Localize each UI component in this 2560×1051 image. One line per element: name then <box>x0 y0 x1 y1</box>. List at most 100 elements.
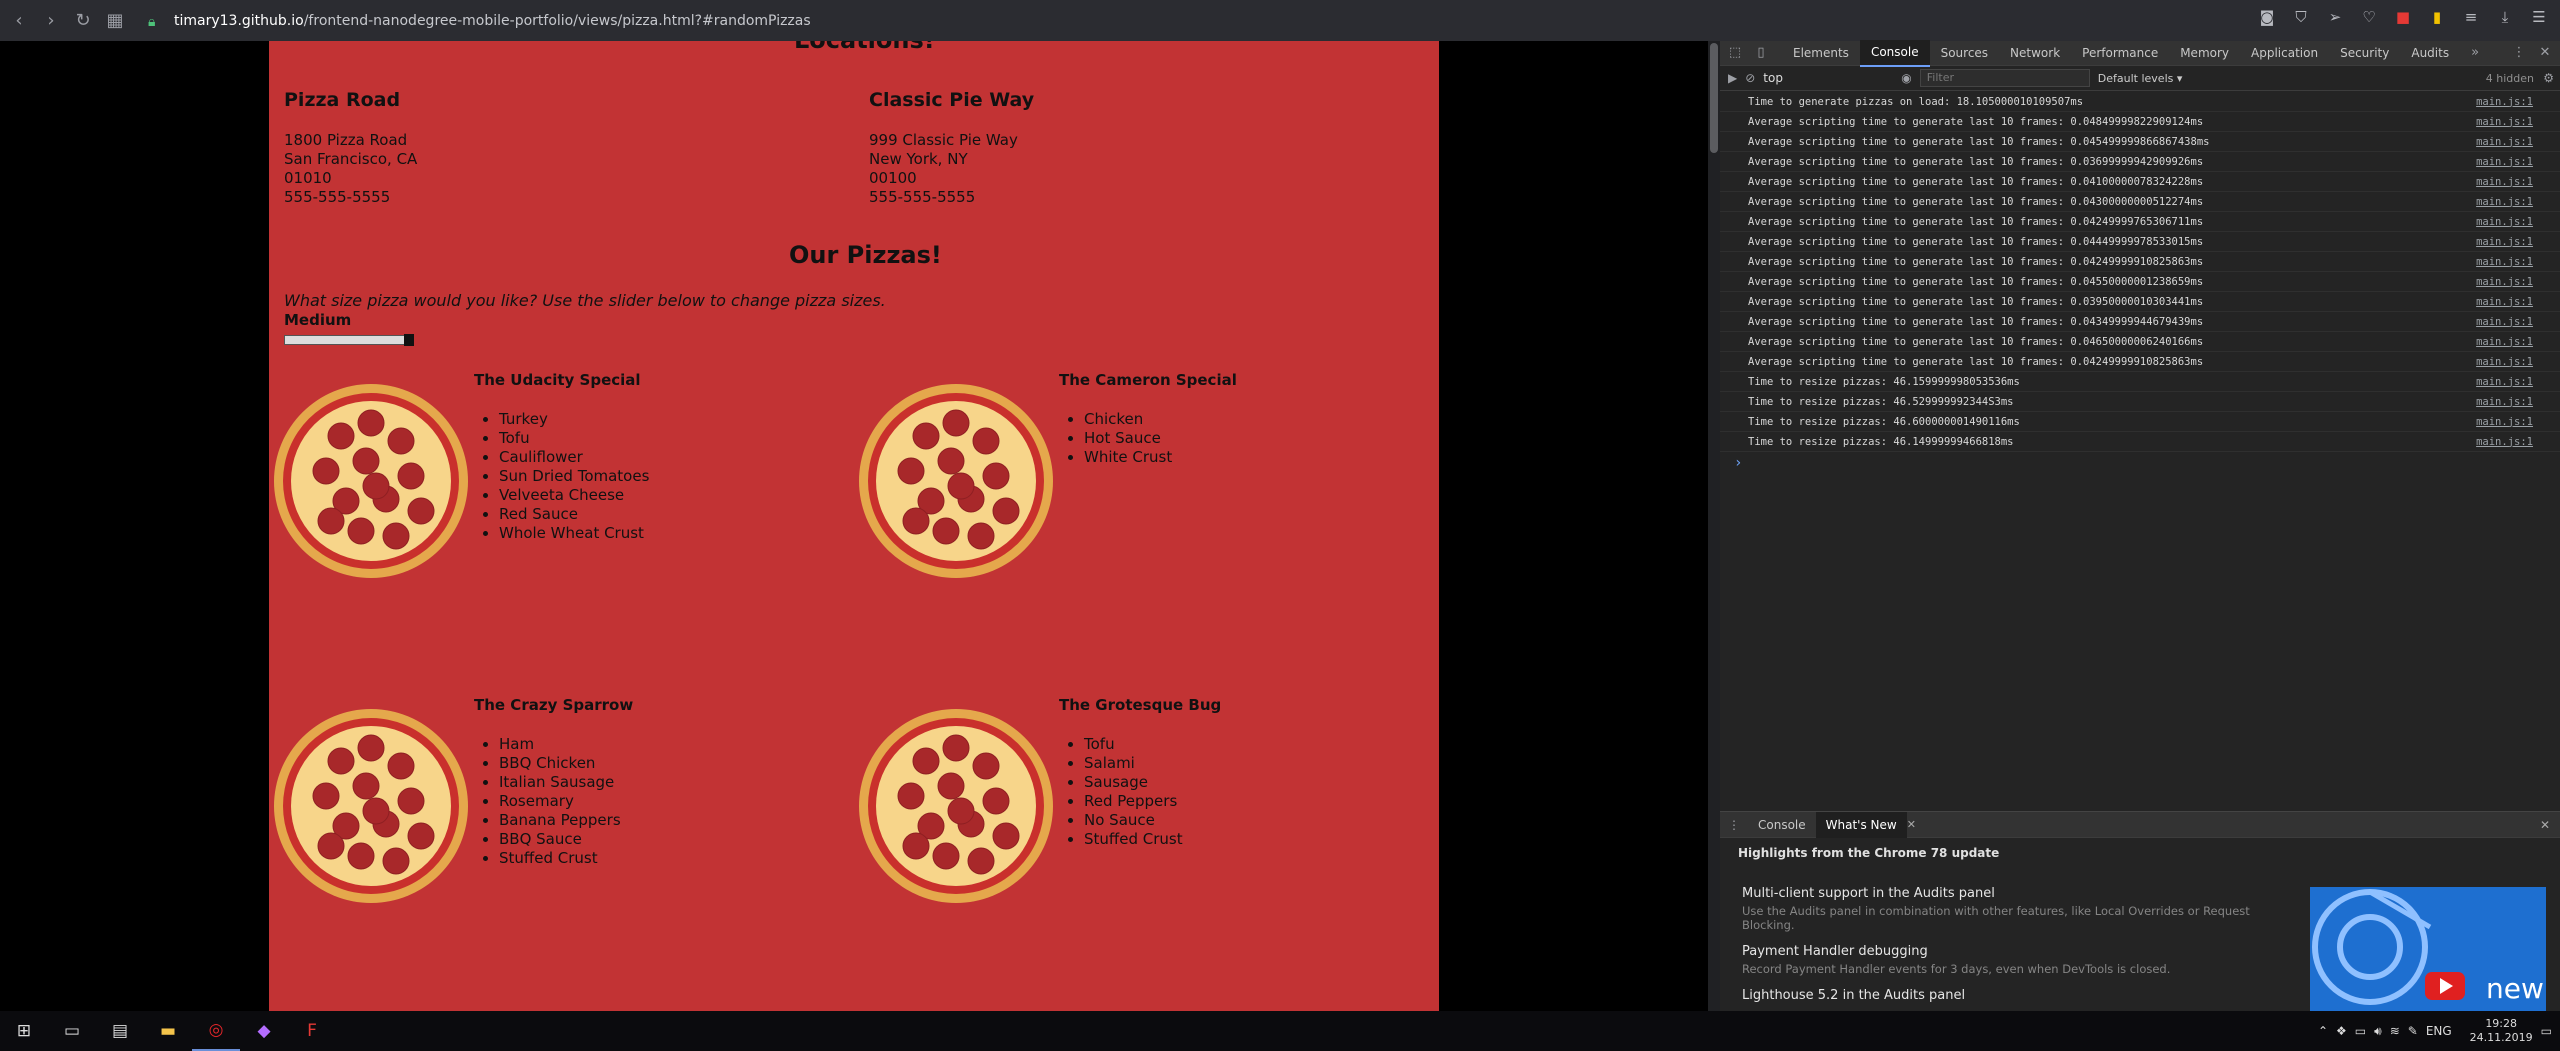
forward-icon[interactable]: › <box>38 8 64 34</box>
pepperoni <box>327 422 355 450</box>
volume-icon[interactable]: 🔊︎ <box>2374 1024 2382 1039</box>
calculator-icon[interactable]: ▤ <box>96 1011 144 1051</box>
tab-memory[interactable]: Memory <box>2169 41 2240 66</box>
source-link[interactable]: main.js:1 <box>2476 216 2533 228</box>
source-link[interactable]: main.js:1 <box>2476 276 2533 288</box>
close-tab-icon[interactable]: ✕ <box>1907 818 1916 831</box>
news-title[interactable]: Payment Handler debugging <box>1742 944 1928 959</box>
phpstorm-icon[interactable]: ◆ <box>240 1011 288 1051</box>
language-indicator[interactable]: ENG <box>2426 1024 2452 1038</box>
filter-input[interactable]: Filter <box>1919 69 2090 87</box>
pepperoni <box>357 734 385 762</box>
console-prompt[interactable]: › <box>1734 455 1742 471</box>
source-link[interactable]: main.js:1 <box>2476 376 2533 388</box>
context-select[interactable]: top <box>1763 71 1893 85</box>
sidebar-toggle-icon[interactable]: ▶ <box>1728 71 1737 85</box>
filezilla-icon[interactable]: F <box>288 1011 336 1051</box>
tab-audits[interactable]: Audits <box>2400 41 2460 66</box>
file-explorer-icon[interactable]: ▬ <box>144 1011 192 1051</box>
console-message-text: Average scripting time to generate last … <box>1748 155 2204 168</box>
download-icon[interactable]: ⤓ <box>2494 8 2516 26</box>
news-title[interactable]: Multi-client support in the Audits panel <box>1742 886 1995 901</box>
source-link[interactable]: main.js:1 <box>2476 176 2533 188</box>
location-address: 999 Classic Pie Way <box>869 131 1018 149</box>
source-link[interactable]: main.js:1 <box>2476 116 2533 128</box>
reload-icon[interactable]: ↻ <box>70 8 96 34</box>
task-view-icon[interactable]: ▭ <box>48 1011 96 1051</box>
tab-application[interactable]: Application <box>2240 41 2329 66</box>
more-tabs-icon[interactable]: » <box>2464 42 2486 64</box>
dropbox-icon[interactable]: ❖ <box>2336 1024 2347 1038</box>
easy-setup-icon[interactable]: ☰ <box>2528 8 2550 26</box>
tab-elements[interactable]: Elements <box>1782 41 1860 66</box>
source-link[interactable]: main.js:1 <box>2476 316 2533 328</box>
tab-network[interactable]: Network <box>1999 41 2071 66</box>
source-link[interactable]: main.js:1 <box>2476 236 2533 248</box>
pepperoni <box>347 517 375 545</box>
notifications-icon[interactable]: ▭ <box>2541 1024 2552 1038</box>
drawer-menu-icon[interactable]: ⋮ <box>1720 818 1748 832</box>
ingredient: Tofu <box>1084 735 1183 754</box>
pepperoni <box>382 522 410 550</box>
log-levels-dropdown[interactable]: Default levels ▾ <box>2098 72 2183 85</box>
source-link[interactable]: main.js:1 <box>2476 296 2533 308</box>
back-icon[interactable]: ‹ <box>6 8 32 34</box>
source-link[interactable]: main.js:1 <box>2476 336 2533 348</box>
clear-console-icon[interactable]: ⊘ <box>1745 71 1755 85</box>
chevron-up-icon[interactable]: ⌃ <box>2318 1024 2328 1038</box>
source-link[interactable]: main.js:1 <box>2476 196 2533 208</box>
source-link[interactable]: main.js:1 <box>2476 136 2533 148</box>
console-message-text: Average scripting time to generate last … <box>1748 255 2204 268</box>
scrollbar-thumb[interactable] <box>1710 43 1718 153</box>
device-toolbar-icon[interactable]: ▯ <box>1750 42 1772 64</box>
console-message-text: Average scripting time to generate last … <box>1748 355 2204 368</box>
inspect-icon[interactable]: ⬚ <box>1724 42 1746 64</box>
ingredient-list: TofuSalamiSausageRed PeppersNo SauceStuf… <box>1064 735 1183 849</box>
ingredient: Italian Sausage <box>499 773 621 792</box>
source-link[interactable]: main.js:1 <box>2476 416 2533 428</box>
wifi-icon[interactable]: ≋ <box>2390 1024 2400 1038</box>
source-link[interactable]: main.js:1 <box>2476 356 2533 368</box>
tab-sources[interactable]: Sources <box>1930 41 1999 66</box>
video-caption: new <box>2486 972 2544 1005</box>
video-thumbnail[interactable]: new <box>2310 887 2546 1012</box>
drawer-tab-whats-new[interactable]: What's New <box>1815 811 1907 838</box>
send-icon[interactable]: ➢ <box>2324 8 2346 26</box>
source-link[interactable]: main.js:1 <box>2476 256 2533 268</box>
close-drawer-icon[interactable]: ✕ <box>2540 818 2560 832</box>
heart-icon[interactable]: ♡ <box>2358 8 2380 26</box>
location-phone: 555-555-5555 <box>869 188 976 206</box>
pen-icon[interactable]: ✎ <box>2408 1024 2418 1038</box>
tab-console[interactable]: Console <box>1859 39 1930 67</box>
console-message: Average scripting time to generate last … <box>1720 132 2560 152</box>
network-icon[interactable]: ▭ <box>2355 1024 2366 1038</box>
address-bar[interactable]: 🔒︎ timary13.github.io/frontend-nanodegre… <box>148 13 811 30</box>
source-link[interactable]: main.js:1 <box>2476 156 2533 168</box>
drawer-tab-console[interactable]: Console <box>1748 812 1816 838</box>
location-address: 1800 Pizza Road <box>284 131 408 149</box>
kebab-menu-icon[interactable]: ⋮ <box>2508 42 2530 64</box>
page-scrollbar[interactable] <box>1708 41 1720 1011</box>
menu-icon[interactable]: ≡ <box>2460 8 2482 26</box>
slider-thumb[interactable] <box>404 334 414 346</box>
tab-security[interactable]: Security <box>2329 41 2400 66</box>
clock[interactable]: 19:28 24.11.2019 <box>2470 1017 2533 1045</box>
pizza-size-slider[interactable] <box>284 334 414 346</box>
extension-icon[interactable]: ▮ <box>2426 8 2448 26</box>
tab-performance[interactable]: Performance <box>2071 41 2169 66</box>
opera-icon[interactable]: ◎ <box>192 1011 240 1051</box>
camera-icon[interactable]: ◙ <box>2256 8 2278 26</box>
console-settings-icon[interactable]: ⚙ <box>2543 71 2554 85</box>
ingredient: Rosemary <box>499 792 621 811</box>
pepperoni <box>897 782 925 810</box>
news-title[interactable]: Lighthouse 5.2 in the Audits panel <box>1742 988 1965 1003</box>
source-link[interactable]: main.js:1 <box>2476 96 2533 108</box>
source-link[interactable]: main.js:1 <box>2476 436 2533 448</box>
adblock-icon[interactable]: ■ <box>2392 8 2414 26</box>
live-expression-icon[interactable]: ◉ <box>1901 71 1911 85</box>
speed-dial-icon[interactable]: ▦ <box>102 8 128 34</box>
source-link[interactable]: main.js:1 <box>2476 396 2533 408</box>
close-icon[interactable]: ✕ <box>2534 42 2556 64</box>
start-icon[interactable]: ⊞ <box>0 1011 48 1051</box>
shield-icon[interactable]: ⛉ <box>2290 8 2312 26</box>
